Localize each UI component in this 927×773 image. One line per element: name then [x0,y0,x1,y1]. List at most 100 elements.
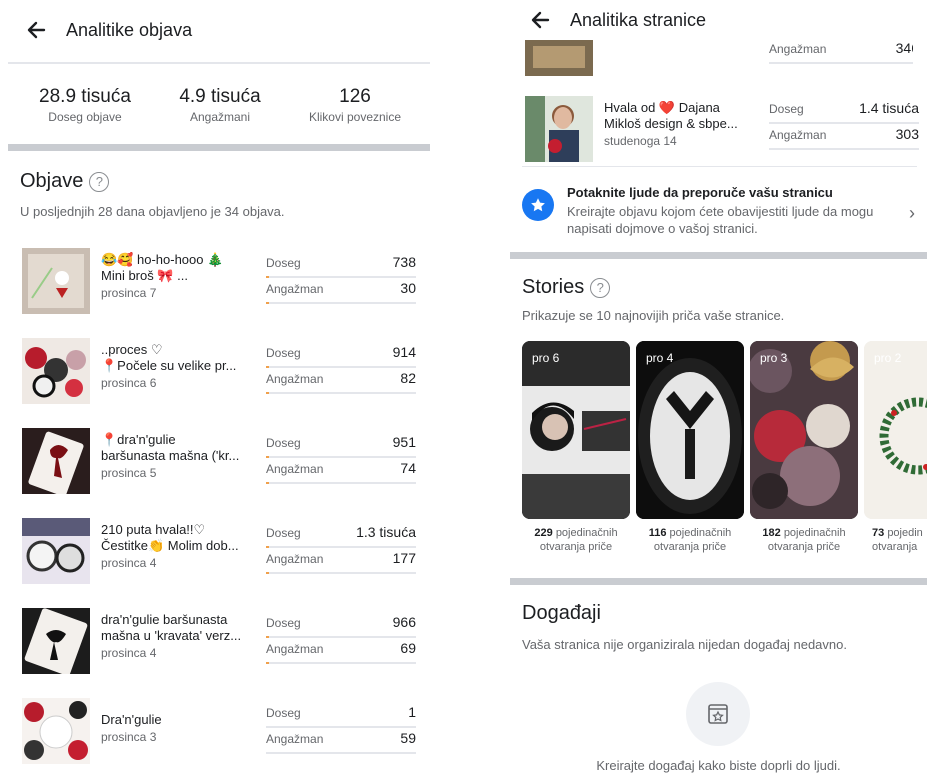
post-row[interactable]: 📍dra'n'gulie baršunasta mašna ('kr... pr… [22,428,418,498]
story-caption-b: otvaranja [872,541,918,553]
metric-bar-fill [266,276,269,278]
metric-bar-fill [266,546,269,548]
post-date: studenoga 14 [604,134,677,148]
posts-subtitle: U posljednjih 28 dana objavljeno je 34 o… [20,204,285,219]
help-icon[interactable]: ? [89,171,110,192]
metric-label: Angažman [266,282,324,296]
metric-value: 1.3 tisuća [356,524,416,540]
story-label: pro 3 [760,351,788,365]
story-card[interactable]: pro 4 [636,341,744,519]
story-caption-a: pojedinačnih [555,527,618,539]
cta-title: Potaknite ljude da preporuče vašu strani… [567,185,833,200]
post-row[interactable]: dra'n'gulie baršunasta mašna u 'kravata'… [22,608,418,678]
post-line1: Hvala od ❤️ Dajana [604,100,720,115]
story-thumbnail [864,341,927,519]
metric-value: 74 [400,460,416,476]
story-caption: 116 pojedinačnih otvaranja priče [636,526,744,554]
metric-bar [266,456,416,458]
story-label: pro 6 [532,351,560,365]
metric-value: 30 [400,280,416,296]
metric-label: Angažman [266,732,324,746]
post-thumbnail [22,428,90,494]
post-line2: 📍Počele su velike pr... [101,358,237,373]
story-card[interactable]: pro 2 [864,341,927,519]
post-line1: dra'n'gulie baršunasta [101,612,228,627]
stat-label: Angažmani [189,110,251,124]
engagement-metric: Angažman 346 [769,40,919,66]
metric-label: Doseg [769,102,804,116]
metric-bar [266,662,416,664]
metric-value: 738 [392,254,416,270]
post-insights-panel: Analitike objava 28.9 tisuća Doseg objav… [0,0,440,773]
posts-section-title: Objave ? [20,170,110,193]
section-title-text: Objave [20,170,84,192]
stat-link-clicks: 126 Klikovi poveznice [290,86,420,124]
metric-value: 346 [895,40,919,56]
metric-bar [266,482,416,484]
metric-value: 1.4 tisuća [859,100,919,116]
story-count: 73 [872,527,885,539]
reach-metric: Doseg 1 [266,704,416,730]
metric-bar [266,366,416,368]
post-row[interactable]: Hvala od ❤️ Dajana Mikloš design & sbpe.… [525,96,919,164]
metric-bar [266,636,416,638]
metric-value: 82 [400,370,416,386]
post-thumbnail [22,698,90,764]
story-count: 229 [534,527,553,539]
metric-bar [769,148,919,150]
metric-label: Angažman [266,552,324,566]
events-cta-text: Kreirajte događaj kako biste doprli do l… [596,758,841,773]
post-thumbnail [22,518,90,584]
metric-value: 951 [392,434,416,450]
back-arrow-icon[interactable] [530,10,560,30]
metric-label: Angažman [266,642,324,656]
chevron-right-icon: › [909,203,915,223]
back-arrow-icon[interactable] [26,20,56,40]
post-text: Dra'n'gulie prosinca 3 [101,712,256,745]
metric-bar-fill [266,302,269,304]
story-card[interactable]: pro 6 [522,341,630,519]
story-caption: 229 pojedinačnih otvaranja priče [522,526,630,554]
post-line2: Mini broš 🎀 ... [101,268,188,283]
metric-label: Angažman [266,462,324,476]
story-caption-b: otvaranja priče [767,541,841,553]
post-row[interactable]: Dra'n'gulie prosinca 3 Doseg 1 Angažman … [22,698,418,768]
metric-value: 177 [392,550,416,566]
recommend-cta[interactable]: Potaknite ljude da preporuče vašu strani… [522,183,917,241]
help-icon[interactable]: ? [590,277,611,298]
post-line1: 210 puta hvala!!♡ [101,522,206,537]
post-text: 😂🥰 ho-ho-hooo 🎄 Mini broš 🎀 ... prosinca… [101,252,256,301]
star-icon [522,189,554,221]
story-caption-b: otvaranja priče [539,541,613,553]
metric-value: 966 [392,614,416,630]
page-title: Analitike objava [66,19,193,40]
reach-metric: Doseg 1.3 tisuća [266,524,416,550]
stat-value: 4.9 tisuća [179,86,261,107]
post-row[interactable]: 210 puta hvala!!♡ Čestitke👏 Molim dob...… [22,518,418,588]
post-thumbnail [22,338,90,404]
metric-value: 303 [895,126,919,142]
story-thumbnail [636,341,744,519]
metric-value: 1 [408,704,416,720]
post-text: dra'n'gulie baršunasta mašna u 'kravata'… [101,612,256,661]
engagement-metric: Angažman 303 [769,126,919,152]
stat-value: 28.9 tisuća [39,86,131,107]
post-text: 210 puta hvala!!♡ Čestitke👏 Molim dob...… [101,522,256,571]
stories-subtitle: Prikazuje se 10 najnovijih priča vaše st… [522,308,785,323]
stat-label: Doseg objave [48,110,122,124]
post-line1: Dra'n'gulie [101,712,162,727]
story-card[interactable]: pro 3 [750,341,858,519]
metric-bar [266,546,416,548]
post-row[interactable]: 😂🥰 ho-ho-hooo 🎄 Mini broš 🎀 ... prosinca… [22,248,418,318]
metric-value: 59 [400,730,416,746]
post-row[interactable]: ..proces ♡ 📍Počele su velike pr... prosi… [22,338,418,408]
divider [8,62,430,64]
section-divider [8,144,430,151]
story-caption-a: pojedinačnih [783,527,846,539]
stat-value: 126 [339,86,371,107]
engagement-metric: Angažman 74 [266,460,416,486]
post-thumbnail [22,248,90,314]
metric-bar [266,752,416,754]
metric-bar-fill [266,456,269,458]
post-line2: Mikloš design & sbpe... [604,116,738,131]
